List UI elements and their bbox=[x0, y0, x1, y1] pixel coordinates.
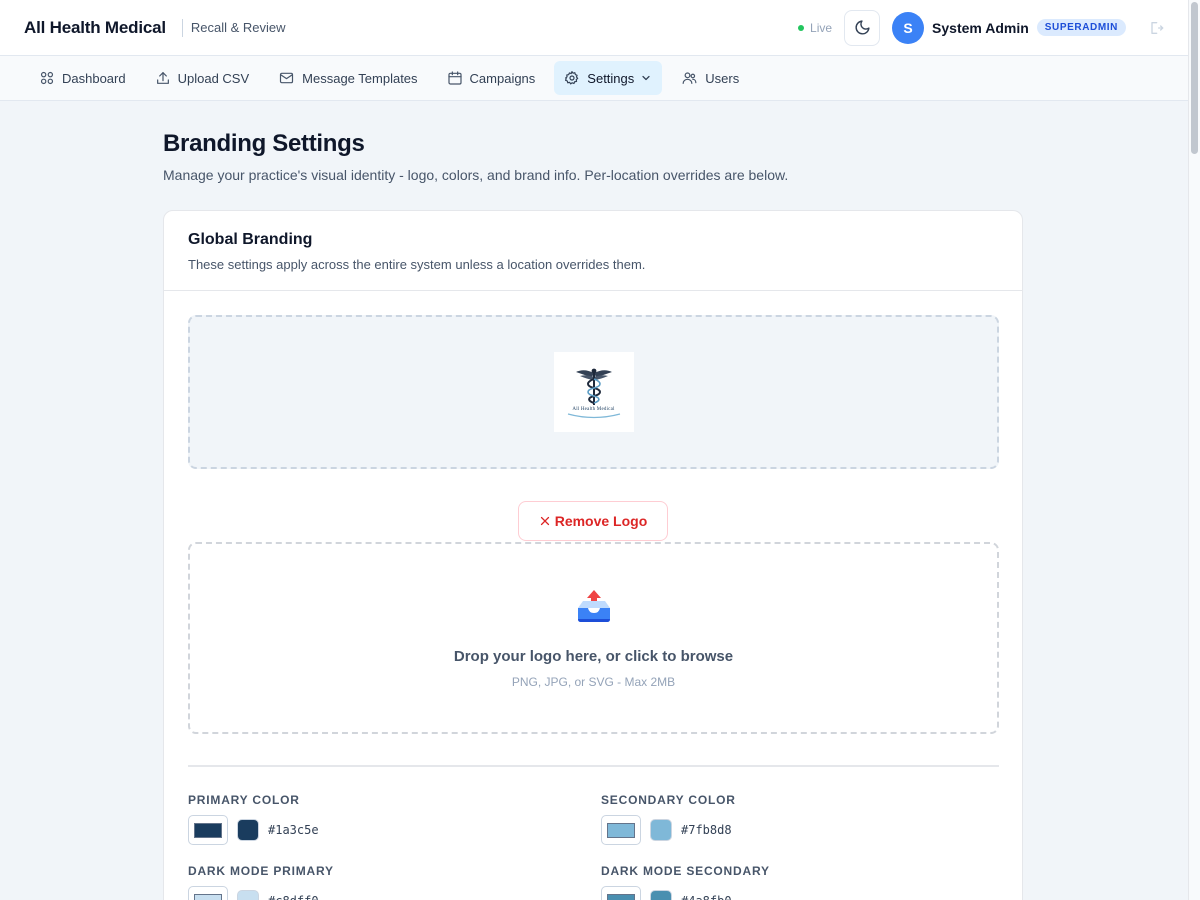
page-description: Manage your practice's visual identity -… bbox=[163, 167, 789, 183]
logout-icon bbox=[1151, 21, 1164, 34]
primary-color-label: PRIMARY COLOR bbox=[188, 793, 300, 807]
nav-campaigns[interactable]: Campaigns bbox=[437, 61, 546, 95]
secondary-color-field: SECONDARY COLOR #7fb8d8 bbox=[601, 793, 1001, 845]
upload-icon bbox=[156, 72, 169, 84]
primary-color-field: PRIMARY COLOR #1a3c5e bbox=[188, 793, 588, 845]
page-scrollbar[interactable] bbox=[1188, 0, 1200, 900]
dark-primary-color-field: DARK MODE PRIMARY #c8dff0 bbox=[188, 864, 588, 900]
logout-button[interactable] bbox=[1148, 20, 1164, 36]
nav-upload-csv[interactable]: Upload CSV bbox=[145, 61, 260, 95]
live-dot-icon bbox=[798, 24, 805, 31]
grid-icon bbox=[40, 71, 54, 85]
nav-message-templates[interactable]: Message Templates bbox=[268, 61, 427, 95]
caduceus-icon bbox=[575, 368, 612, 405]
gear-icon bbox=[565, 71, 579, 85]
nav-users[interactable]: Users bbox=[671, 61, 749, 95]
main-nav: Dashboard Upload CSV Message Templates C… bbox=[0, 56, 1188, 101]
primary-color-row: #1a3c5e bbox=[188, 815, 588, 845]
nav-settings[interactable]: Settings bbox=[554, 61, 663, 95]
card-header: Global Branding These settings apply acr… bbox=[164, 211, 1022, 291]
secondary-color-chip bbox=[650, 819, 672, 841]
theme-toggle-button[interactable] bbox=[844, 9, 881, 46]
page-title: Branding Settings bbox=[163, 130, 365, 157]
dark-secondary-color-swatch bbox=[607, 893, 635, 900]
nav-dashboard[interactable]: Dashboard bbox=[29, 61, 136, 95]
primary-color-value[interactable]: #1a3c5e bbox=[268, 823, 319, 837]
top-right-group: Live S System Admin SUPERADMIN bbox=[798, 9, 1164, 46]
calendar-icon bbox=[447, 71, 462, 85]
avatar[interactable]: S bbox=[892, 11, 925, 44]
mail-icon bbox=[280, 72, 294, 84]
inbox-upload-icon bbox=[577, 589, 610, 622]
dark-secondary-color-row: #4a8fb0 bbox=[601, 886, 1001, 900]
dark-primary-color-swatch bbox=[194, 893, 222, 900]
role-badge: SUPERADMIN bbox=[1036, 19, 1126, 36]
users-icon bbox=[682, 72, 697, 84]
secondary-color-label: SECONDARY COLOR bbox=[601, 793, 736, 807]
dark-primary-color-picker[interactable] bbox=[188, 886, 228, 900]
app-subtitle: Recall & Review bbox=[181, 18, 286, 37]
secondary-color-row: #7fb8d8 bbox=[601, 815, 1001, 845]
card-title: Global Branding bbox=[188, 231, 313, 248]
user-name: System Admin bbox=[932, 19, 1029, 36]
dark-primary-color-chip bbox=[237, 890, 259, 900]
global-branding-card: Global Branding These settings apply acr… bbox=[163, 210, 1023, 900]
dropzone-title: Drop your logo here, or click to browse bbox=[453, 647, 734, 665]
primary-color-picker[interactable] bbox=[188, 815, 228, 845]
dark-secondary-color-value[interactable]: #4a8fb0 bbox=[681, 894, 732, 900]
chevron-down-icon bbox=[642, 75, 650, 81]
nav-users-label: Users bbox=[705, 70, 740, 86]
app-brand[interactable]: All Health Medical bbox=[24, 18, 166, 38]
secondary-color-picker[interactable] bbox=[601, 815, 641, 845]
logo-swoosh-icon bbox=[567, 412, 620, 418]
logo-image: All Health Medical bbox=[553, 352, 634, 432]
primary-color-chip bbox=[237, 819, 259, 841]
nav-settings-label: Settings bbox=[587, 70, 635, 86]
nav-dashboard-label: Dashboard bbox=[62, 70, 126, 86]
nav-campaigns-label: Campaigns bbox=[469, 70, 536, 86]
dark-secondary-color-chip bbox=[650, 890, 672, 900]
section-divider bbox=[188, 765, 999, 767]
dark-primary-color-row: #c8dff0 bbox=[188, 886, 588, 900]
card-subtitle: These settings apply across the entire s… bbox=[188, 257, 646, 272]
dark-secondary-color-field: DARK MODE SECONDARY #4a8fb0 bbox=[601, 864, 1001, 900]
dark-secondary-color-picker[interactable] bbox=[601, 886, 641, 900]
moon-icon bbox=[855, 20, 870, 35]
scrollbar-thumb[interactable] bbox=[1191, 2, 1198, 154]
dark-primary-color-value[interactable]: #c8dff0 bbox=[268, 894, 319, 900]
remove-logo-label: Remove Logo bbox=[554, 513, 648, 529]
live-indicator: Live bbox=[798, 21, 832, 35]
nav-upload-csv-label: Upload CSV bbox=[177, 70, 250, 86]
dark-primary-color-label: DARK MODE PRIMARY bbox=[188, 864, 334, 878]
dropzone-hint: PNG, JPG, or SVG - Max 2MB bbox=[511, 674, 676, 689]
nav-message-templates-label: Message Templates bbox=[302, 70, 418, 86]
primary-color-swatch bbox=[194, 822, 222, 838]
secondary-color-value[interactable]: #7fb8d8 bbox=[681, 823, 732, 837]
logo-dropzone[interactable]: Drop your logo here, or click to browse … bbox=[188, 542, 999, 734]
logo-preview: All Health Medical bbox=[188, 315, 999, 469]
remove-logo-button[interactable]: Remove Logo bbox=[518, 501, 668, 541]
live-label: Live bbox=[810, 20, 833, 35]
close-icon bbox=[540, 516, 549, 526]
dark-secondary-color-label: DARK MODE SECONDARY bbox=[601, 864, 770, 878]
top-bar: All Health Medical Recall & Review Live … bbox=[0, 0, 1188, 56]
secondary-color-swatch bbox=[607, 822, 635, 838]
